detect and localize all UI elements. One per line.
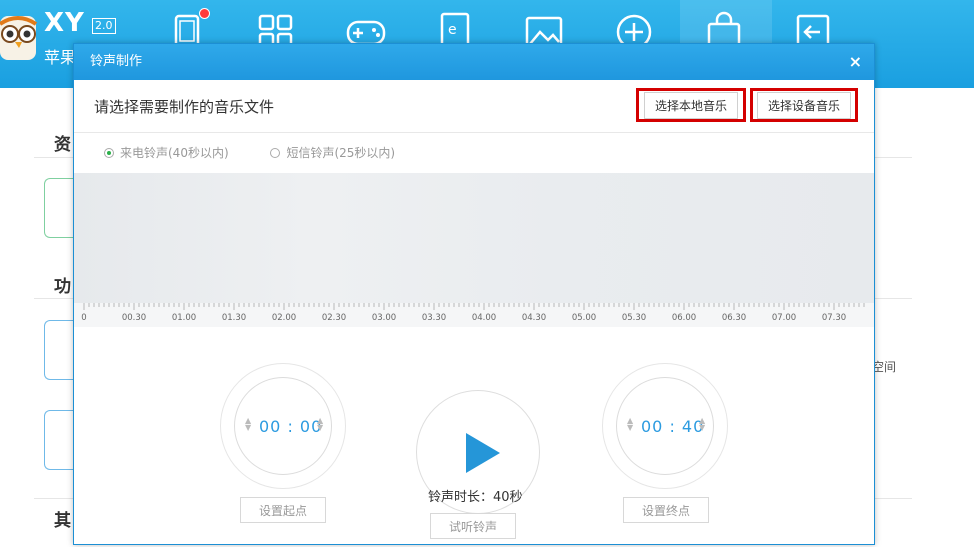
set-end-button[interactable]: 设置终点 bbox=[623, 497, 709, 523]
play-icon bbox=[466, 433, 500, 473]
timeline-tick-label: 01.30 bbox=[221, 313, 247, 323]
end-time-dial: ▲ ▼ 00 : 40 ▲ ▼ bbox=[602, 363, 728, 489]
dialog-header: 请选择需要制作的音乐文件 选择本地音乐 选择设备音乐 bbox=[74, 80, 874, 133]
timeline-tick-label: 03.00 bbox=[371, 313, 397, 323]
preview-ringtone-label: 试听铃声 bbox=[448, 519, 497, 534]
timeline-tick-label: 02.30 bbox=[321, 313, 347, 323]
timeline-tick-label: 04.30 bbox=[521, 313, 547, 323]
start-time-value[interactable]: 00 : 00 bbox=[259, 417, 322, 436]
version-badge: 2.0 bbox=[92, 18, 116, 34]
dialog-prompt: 请选择需要制作的音乐文件 bbox=[94, 98, 275, 116]
radio-sms-ringtone[interactable]: 短信铃声(25秒以内) bbox=[270, 144, 395, 161]
timeline-tick-label: 06.30 bbox=[721, 313, 747, 323]
svg-text:e: e bbox=[448, 22, 457, 38]
select-local-music-button[interactable]: 选择本地音乐 bbox=[636, 88, 746, 122]
bg-section-label: 功 bbox=[54, 277, 71, 297]
start-time-spinner-icon[interactable]: ▲ ▼ bbox=[317, 417, 323, 432]
ringtone-dialog: 铃声制作 × 请选择需要制作的音乐文件 选择本地音乐 选择设备音乐 来电铃声(4… bbox=[73, 43, 875, 545]
radio-call-label: 来电铃声(40秒以内) bbox=[120, 146, 229, 160]
timeline-tick-label: 05.00 bbox=[571, 313, 597, 323]
timeline-tick-label: 0 bbox=[81, 313, 87, 323]
control-area: ▲ ▼ 00 : 00 ▲ ▼ ▲ ▼ 00 : 40 ▲ ▼ 铃声时长：40秒 设置起… bbox=[74, 327, 874, 547]
preview-ringtone-button[interactable]: 试听铃声 bbox=[430, 513, 516, 539]
select-local-music-label: 选择本地音乐 bbox=[643, 91, 738, 119]
waveform-area[interactable] bbox=[74, 173, 874, 303]
set-start-button[interactable]: 设置起点 bbox=[240, 497, 326, 523]
set-start-label: 设置起点 bbox=[258, 503, 307, 518]
end-time-spinner-icon[interactable]: ▲ ▼ bbox=[699, 417, 705, 432]
timeline-tick-label: 07.00 bbox=[771, 313, 797, 323]
notification-badge bbox=[199, 8, 210, 19]
timeline-tick-label: 00.30 bbox=[121, 313, 147, 323]
start-time-dial: ▲ ▼ 00 : 00 ▲ ▼ bbox=[220, 363, 346, 489]
bg-section-label: 资 bbox=[54, 135, 71, 155]
radio-unselected-icon bbox=[270, 147, 281, 158]
timeline-tick-label: 02.00 bbox=[271, 313, 297, 323]
radio-selected-icon bbox=[104, 147, 114, 158]
close-icon[interactable]: × bbox=[849, 44, 862, 80]
timeline-tick-label: 04.00 bbox=[471, 313, 497, 323]
app-brand: XY 2.0 苹果 bbox=[44, 8, 116, 67]
ringtone-type-radios: 来电铃声(40秒以内) 短信铃声(25秒以内) bbox=[104, 144, 433, 161]
owl-logo-icon bbox=[0, 12, 38, 62]
timeline-tick-label: 07.30 bbox=[821, 313, 847, 323]
timeline-tick-label: 03.30 bbox=[421, 313, 447, 323]
start-time-spinner-icon[interactable]: ▲ ▼ bbox=[245, 417, 251, 432]
timeline-tick-label: 06.00 bbox=[671, 313, 697, 323]
dialog-title-bar: 铃声制作 × bbox=[74, 44, 874, 80]
radio-call-ringtone[interactable]: 来电铃声(40秒以内) bbox=[104, 144, 229, 161]
timeline-tick-label: 01.00 bbox=[171, 313, 197, 323]
select-device-music-button[interactable]: 选择设备音乐 bbox=[750, 88, 858, 122]
dialog-title: 铃声制作 bbox=[90, 54, 143, 69]
brand-subtitle: 苹果 bbox=[44, 48, 77, 67]
set-end-label: 设置终点 bbox=[641, 503, 690, 518]
ruler-ticks bbox=[83, 303, 865, 310]
bg-section-label: 其 bbox=[54, 511, 71, 531]
radio-sms-label: 短信铃声(25秒以内) bbox=[286, 146, 396, 160]
select-device-music-label: 选择设备音乐 bbox=[756, 91, 851, 119]
end-time-value[interactable]: 00 : 40 bbox=[641, 417, 704, 436]
ringtone-duration: 铃声时长：40秒 bbox=[428, 490, 523, 505]
end-time-spinner-icon[interactable]: ▲ ▼ bbox=[627, 417, 633, 432]
timeline-ruler: 0 00.30 01.00 01.30 02.00 02.30 03.00 03.30 04.0… bbox=[74, 303, 874, 327]
brand-name: XY bbox=[44, 8, 85, 38]
timeline-tick-label: 05.30 bbox=[621, 313, 647, 323]
bg-right-text: 空间 bbox=[872, 360, 897, 374]
